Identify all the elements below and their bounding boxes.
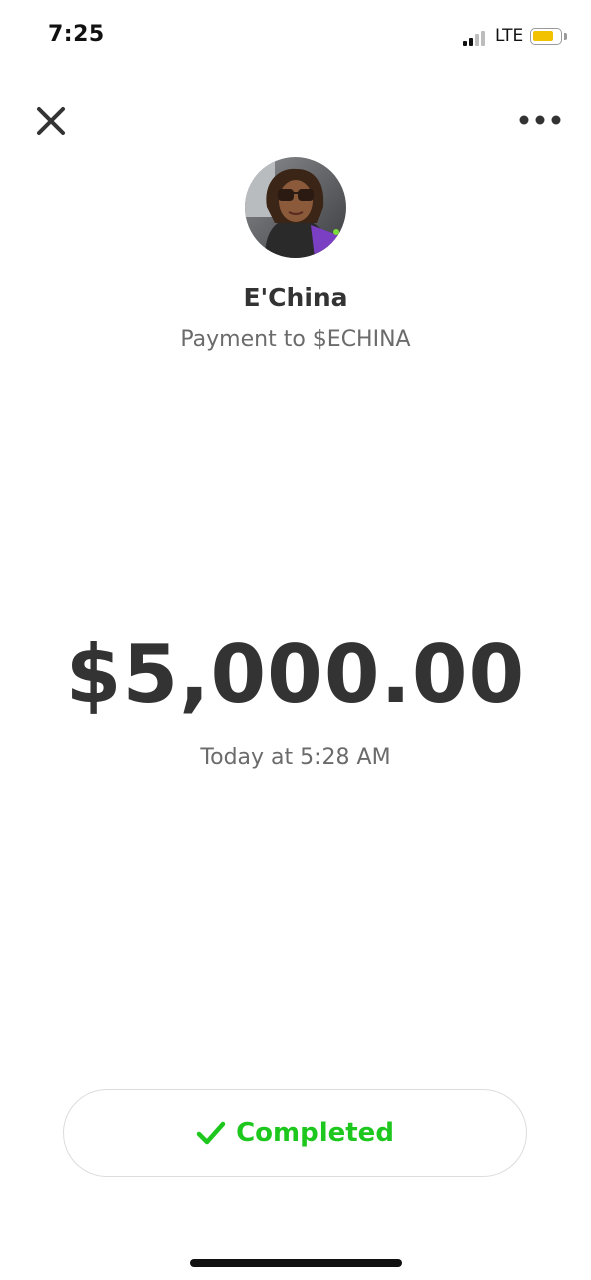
check-icon <box>196 1121 226 1145</box>
avatar <box>245 157 346 258</box>
payment-amount: $5,000.00 <box>65 628 526 721</box>
recipient-name: E'China <box>243 283 348 312</box>
status-bar: 7:25 LTE <box>0 0 591 72</box>
battery-icon <box>530 28 562 45</box>
signal-bar <box>475 34 479 46</box>
completed-status-button[interactable]: Completed <box>63 1089 527 1177</box>
signal-bar <box>463 41 467 46</box>
more-options-button[interactable] <box>512 104 568 136</box>
more-dots-icon <box>519 115 561 125</box>
signal-bar <box>469 37 473 46</box>
battery-tip <box>564 33 567 40</box>
home-indicator <box>190 1259 402 1267</box>
recipient-handle: Payment to $ECHINA <box>180 327 411 352</box>
status-label: Completed <box>236 1118 394 1148</box>
signal-icon <box>463 30 491 46</box>
close-icon <box>37 107 65 135</box>
signal-bar <box>481 30 485 46</box>
close-button[interactable] <box>30 100 72 142</box>
network-type: LTE <box>495 26 524 46</box>
battery-level <box>533 31 553 41</box>
avatar-image <box>245 157 346 258</box>
payment-date: Today at 5:28 AM <box>200 745 391 770</box>
status-time: 7:25 <box>48 22 105 47</box>
